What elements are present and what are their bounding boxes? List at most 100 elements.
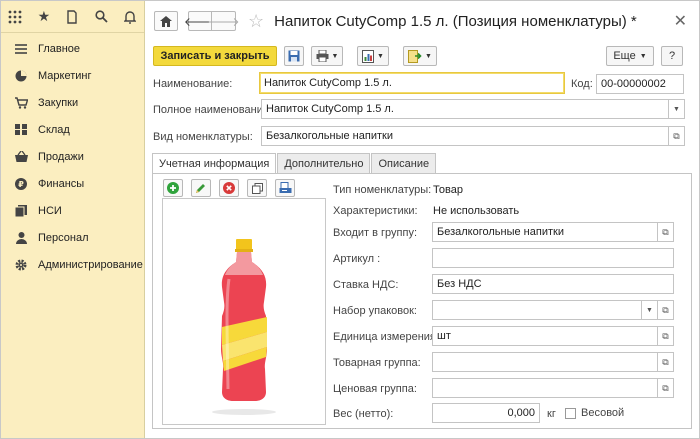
- menu-icon: [14, 42, 28, 56]
- name-field[interactable]: Напиток CutyComp 1.5 л.: [259, 72, 565, 94]
- weighted-label: Весовой: [581, 407, 625, 419]
- price-group-field[interactable]: [432, 378, 658, 398]
- report-button[interactable]: ▼: [357, 46, 389, 66]
- sidebar-top-icons: ★: [1, 1, 144, 33]
- product-group-open-button[interactable]: ⧉: [658, 352, 674, 372]
- sidebar-item-nsi[interactable]: НСИ: [1, 197, 144, 224]
- sidebar-item-label: Маркетинг: [38, 69, 92, 82]
- kind-field[interactable]: Безалкогольные напитки: [261, 126, 669, 146]
- fullname-field[interactable]: Напиток CutyComp 1.5 л.: [261, 99, 669, 119]
- pencil-icon: [196, 184, 205, 193]
- sidebar-item-sales[interactable]: Продажи: [1, 143, 144, 170]
- characteristics-value[interactable]: Не использовать: [433, 205, 519, 217]
- kind-label: Вид номенклатуры:: [153, 131, 253, 143]
- unit-field[interactable]: шт: [432, 326, 658, 346]
- save-close-button[interactable]: Записать и закрыть: [153, 46, 277, 66]
- article-label: Артикул :: [333, 253, 381, 265]
- packaging-label: Набор упаковок:: [333, 305, 417, 317]
- type-label: Тип номенклатуры:: [333, 184, 432, 196]
- fullname-dropdown-button[interactable]: ▼: [669, 99, 685, 119]
- group-field[interactable]: Безалкогольные напитки: [432, 222, 658, 242]
- help-button[interactable]: ?: [661, 46, 683, 66]
- product-image[interactable]: [162, 198, 326, 425]
- bell-icon[interactable]: [115, 1, 144, 33]
- more-button[interactable]: Еще ▼: [606, 46, 654, 66]
- sidebar-item-marketing[interactable]: Маркетинг: [1, 62, 144, 89]
- sidebar-item-warehouse[interactable]: Склад: [1, 116, 144, 143]
- favorites-star-icon[interactable]: ★: [30, 1, 59, 33]
- print-button[interactable]: ▼: [311, 46, 343, 66]
- apps-grid-icon[interactable]: [1, 1, 30, 33]
- tab-description[interactable]: Описание: [371, 153, 437, 174]
- weighted-checkbox[interactable]: [565, 407, 576, 419]
- characteristics-label: Характеристики:: [333, 205, 418, 217]
- open-link-icon: ⧉: [662, 382, 669, 393]
- sidebar-item-label: Персонал: [38, 231, 89, 244]
- sidebar-item-label: Закупки: [38, 96, 79, 109]
- person-icon: [14, 231, 28, 245]
- plus-circle-icon: [167, 182, 179, 194]
- floppy-icon: [288, 50, 300, 62]
- create-based-on-button[interactable]: ▼: [403, 46, 437, 66]
- product-group-field[interactable]: [432, 352, 658, 372]
- edit-image-button[interactable]: [191, 179, 211, 197]
- bottle-image: [212, 239, 276, 415]
- toolbar: Записать и закрыть ▼ ▼ ▼ Еще ▼ ?: [153, 46, 693, 68]
- main-panel: 🡐 🡒 ☆ Напиток CutyComp 1.5 л. (Позиция н…: [146, 1, 699, 438]
- weight-label: Вес (нетто):: [333, 408, 394, 420]
- tab-accounting-info[interactable]: Учетная информация: [152, 153, 277, 174]
- vat-label: Ставка НДС:: [333, 279, 399, 291]
- document-arrow-icon: [408, 49, 422, 63]
- packaging-field[interactable]: [432, 300, 642, 320]
- sidebar-item-purchases[interactable]: Закупки: [1, 89, 144, 116]
- weight-field[interactable]: 0,000: [432, 403, 540, 423]
- article-field[interactable]: [432, 248, 674, 268]
- tab-additional[interactable]: Дополнительно: [277, 153, 371, 174]
- sidebar-item-admin[interactable]: Администрирование: [1, 251, 144, 278]
- unit-open-button[interactable]: ⧉: [658, 326, 674, 346]
- vat-field[interactable]: Без НДС: [432, 274, 674, 294]
- packaging-open-button[interactable]: ⧉: [658, 300, 674, 320]
- sidebar-item-label: Администрирование: [38, 258, 143, 271]
- settings-icon: [14, 258, 28, 272]
- open-link-icon: ⧉: [673, 130, 680, 141]
- kind-open-button[interactable]: ⧉: [669, 126, 685, 146]
- sidebar-item-main[interactable]: Главное: [1, 35, 144, 62]
- chevron-down-icon: ▼: [377, 52, 384, 60]
- close-icon[interactable]: ✕: [674, 11, 687, 31]
- packaging-dropdown-button[interactable]: ▼: [642, 300, 658, 320]
- arrow-right-icon: 🡒: [207, 14, 240, 29]
- copy-image-button[interactable]: [247, 179, 267, 197]
- save-button[interactable]: [284, 46, 304, 66]
- sidebar-item-personnel[interactable]: Персонал: [1, 224, 144, 251]
- search-icon[interactable]: [87, 1, 116, 33]
- favorite-star-icon[interactable]: ☆: [248, 11, 264, 32]
- type-value: Товар: [433, 184, 463, 196]
- weighted-checkbox-row[interactable]: Весовой: [565, 407, 624, 419]
- documents-icon: [14, 204, 28, 218]
- weight-unit: кг: [547, 408, 556, 420]
- history-icon[interactable]: [58, 1, 87, 33]
- more-label: Еще: [613, 50, 636, 62]
- sidebar-item-finance[interactable]: ₽ Финансы: [1, 170, 144, 197]
- scan-image-button[interactable]: [275, 179, 295, 197]
- sidebar-item-label: Склад: [38, 123, 70, 136]
- price-group-open-button[interactable]: ⧉: [658, 378, 674, 398]
- group-open-button[interactable]: ⧉: [658, 222, 674, 242]
- add-image-button[interactable]: [163, 179, 183, 197]
- title-bar: 🡐 🡒 ☆ Напиток CutyComp 1.5 л. (Позиция н…: [146, 1, 699, 41]
- fullname-label: Полное наименование:: [153, 104, 273, 116]
- open-link-icon: ⧉: [662, 304, 669, 315]
- warehouse-icon: [14, 123, 28, 137]
- price-group-label: Ценовая группа:: [333, 383, 417, 395]
- sidebar-item-label: Главное: [38, 42, 81, 55]
- sidebar-item-label: Продажи: [38, 150, 84, 163]
- delete-image-button[interactable]: [219, 179, 239, 197]
- forward-button[interactable]: 🡒: [207, 11, 240, 31]
- code-field[interactable]: 00-00000002: [596, 74, 684, 94]
- sidebar-nav: Главное Маркетинг Закупки Склад Продажи …: [1, 33, 144, 278]
- tab-bar: Учетная информация Дополнительно Описани…: [152, 153, 437, 174]
- report-icon: [362, 49, 375, 63]
- home-button[interactable]: [154, 11, 178, 31]
- basket-icon: [14, 150, 28, 164]
